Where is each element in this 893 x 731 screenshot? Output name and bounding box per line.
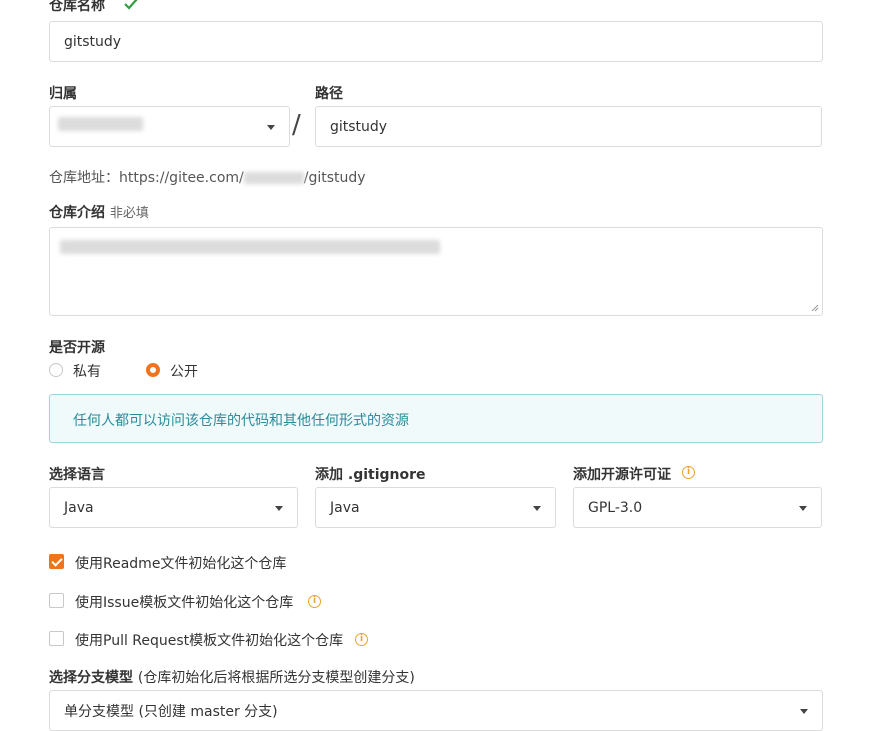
owner-label: 归属 bbox=[49, 86, 77, 102]
resize-handle-icon[interactable] bbox=[811, 304, 819, 312]
checkbox-readme[interactable] bbox=[49, 554, 64, 569]
language-label: 选择语言 bbox=[49, 467, 105, 483]
checkbox-pr[interactable] bbox=[49, 631, 64, 646]
branch-model-select[interactable]: 单分支模型 (只创建 master 分支) bbox=[49, 690, 823, 731]
caret-down-icon bbox=[799, 505, 807, 511]
info-icon[interactable]: i bbox=[682, 466, 695, 479]
owner-select[interactable] bbox=[49, 106, 290, 147]
redacted-username bbox=[243, 172, 304, 184]
caret-down-icon bbox=[800, 708, 808, 714]
path-label: 路径 bbox=[315, 86, 343, 102]
info-icon[interactable]: i bbox=[308, 595, 321, 608]
caret-down-icon bbox=[533, 505, 541, 511]
caret-down-icon bbox=[267, 124, 275, 130]
radio-private[interactable] bbox=[49, 363, 63, 377]
repo-name-label: 仓库名称 bbox=[49, 0, 105, 14]
gitignore-select[interactable]: Java bbox=[315, 487, 556, 528]
redacted-intro bbox=[60, 240, 440, 254]
caret-down-icon bbox=[275, 505, 283, 511]
info-icon[interactable]: i bbox=[355, 633, 368, 646]
intro-textarea[interactable] bbox=[49, 227, 823, 316]
license-label: 添加开源许可证 bbox=[573, 467, 671, 483]
visibility-label: 是否开源 bbox=[49, 340, 105, 356]
gitignore-label: 添加 .gitignore bbox=[315, 467, 426, 483]
language-select[interactable]: Java bbox=[49, 487, 298, 528]
repo-url: 仓库地址：https://gitee.com//gitstudy bbox=[49, 170, 366, 186]
path-input[interactable]: gitstudy bbox=[315, 106, 822, 147]
checkbox-readme-label: 使用Readme文件初始化这个仓库 bbox=[75, 556, 287, 572]
repo-name-input[interactable]: gitstudy bbox=[49, 21, 823, 62]
intro-label: 仓库介绍 非必填 bbox=[49, 205, 149, 221]
branch-model-label: 选择分支模型 (仓库初始化后将根据所选分支模型创建分支) bbox=[49, 670, 415, 686]
visibility-notice-text: 任何人都可以访问该仓库的代码和其他任何形式的资源 bbox=[73, 413, 409, 429]
radio-private-label: 私有 bbox=[73, 364, 101, 380]
checkbox-issue[interactable] bbox=[49, 593, 64, 608]
visibility-notice: 任何人都可以访问该仓库的代码和其他任何形式的资源 bbox=[49, 394, 823, 443]
redacted-owner bbox=[58, 117, 143, 131]
path-separator: / bbox=[292, 110, 301, 140]
radio-public-label: 公开 bbox=[170, 364, 198, 380]
license-select[interactable]: GPL-3.0 bbox=[573, 487, 822, 528]
radio-public[interactable] bbox=[146, 363, 160, 377]
checkbox-pr-label: 使用Pull Request模板文件初始化这个仓库 bbox=[75, 633, 344, 649]
check-icon bbox=[124, 0, 138, 10]
checkbox-issue-label: 使用Issue模板文件初始化这个仓库 bbox=[75, 595, 294, 611]
